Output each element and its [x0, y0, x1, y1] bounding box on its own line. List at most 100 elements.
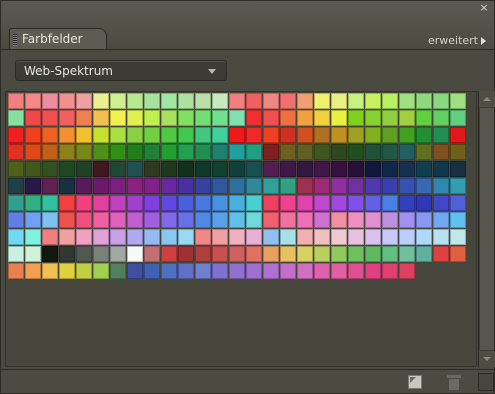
- color-swatch[interactable]: [8, 212, 24, 228]
- color-swatch[interactable]: [348, 144, 364, 160]
- color-swatch[interactable]: [76, 161, 92, 177]
- color-swatch[interactable]: [229, 110, 245, 126]
- color-swatch[interactable]: [195, 212, 211, 228]
- color-swatch[interactable]: [178, 178, 194, 194]
- color-swatch[interactable]: [127, 195, 143, 211]
- color-swatch[interactable]: [365, 263, 381, 279]
- color-swatch[interactable]: [42, 161, 58, 177]
- color-swatch[interactable]: [433, 144, 449, 160]
- color-swatch[interactable]: [195, 161, 211, 177]
- color-swatch[interactable]: [433, 229, 449, 245]
- color-swatch[interactable]: [25, 195, 41, 211]
- color-swatch[interactable]: [246, 229, 262, 245]
- color-swatch[interactable]: [59, 229, 75, 245]
- color-swatch[interactable]: [314, 161, 330, 177]
- color-swatch[interactable]: [127, 127, 143, 143]
- color-swatch[interactable]: [450, 127, 466, 143]
- color-swatch[interactable]: [450, 161, 466, 177]
- color-swatch[interactable]: [416, 246, 432, 262]
- trash-icon[interactable]: [447, 374, 461, 390]
- color-swatch[interactable]: [246, 161, 262, 177]
- color-swatch[interactable]: [365, 212, 381, 228]
- color-swatch[interactable]: [144, 93, 160, 109]
- color-swatch[interactable]: [263, 246, 279, 262]
- color-swatch[interactable]: [8, 246, 24, 262]
- color-swatch[interactable]: [382, 93, 398, 109]
- color-swatch[interactable]: [416, 144, 432, 160]
- color-swatch[interactable]: [178, 246, 194, 262]
- color-swatch[interactable]: [110, 161, 126, 177]
- color-swatch[interactable]: [42, 93, 58, 109]
- color-swatch[interactable]: [433, 110, 449, 126]
- color-swatch[interactable]: [161, 144, 177, 160]
- color-swatch[interactable]: [127, 212, 143, 228]
- color-swatch[interactable]: [8, 161, 24, 177]
- color-swatch[interactable]: [399, 212, 415, 228]
- color-swatch[interactable]: [178, 144, 194, 160]
- color-swatch[interactable]: [433, 246, 449, 262]
- color-swatch[interactable]: [416, 229, 432, 245]
- color-swatch[interactable]: [195, 127, 211, 143]
- color-swatch[interactable]: [382, 127, 398, 143]
- color-swatch[interactable]: [127, 178, 143, 194]
- color-swatch[interactable]: [263, 127, 279, 143]
- color-swatch[interactable]: [161, 263, 177, 279]
- color-swatch[interactable]: [161, 110, 177, 126]
- panel-menu-button[interactable]: erweitert: [428, 34, 486, 47]
- color-swatch[interactable]: [229, 195, 245, 211]
- color-swatch[interactable]: [195, 195, 211, 211]
- color-swatch[interactable]: [212, 195, 228, 211]
- color-swatch[interactable]: [246, 127, 262, 143]
- color-swatch[interactable]: [110, 144, 126, 160]
- color-swatch[interactable]: [8, 263, 24, 279]
- color-swatch[interactable]: [331, 110, 347, 126]
- color-swatch[interactable]: [144, 178, 160, 194]
- color-swatch[interactable]: [178, 127, 194, 143]
- color-swatch[interactable]: [25, 212, 41, 228]
- color-swatch[interactable]: [25, 93, 41, 109]
- new-swatch-icon[interactable]: [408, 375, 422, 389]
- color-swatch[interactable]: [297, 178, 313, 194]
- color-swatch[interactable]: [195, 144, 211, 160]
- color-swatch[interactable]: [348, 110, 364, 126]
- color-swatch[interactable]: [229, 263, 245, 279]
- library-dropdown[interactable]: Web-Spektrum: [15, 60, 227, 81]
- color-swatch[interactable]: [93, 212, 109, 228]
- color-swatch[interactable]: [399, 127, 415, 143]
- color-swatch[interactable]: [144, 144, 160, 160]
- color-swatch[interactable]: [127, 161, 143, 177]
- color-swatch[interactable]: [161, 195, 177, 211]
- color-swatch[interactable]: [76, 212, 92, 228]
- color-swatch[interactable]: [382, 178, 398, 194]
- color-swatch[interactable]: [246, 263, 262, 279]
- color-swatch[interactable]: [297, 195, 313, 211]
- color-swatch[interactable]: [110, 110, 126, 126]
- color-swatch[interactable]: [76, 229, 92, 245]
- color-swatch[interactable]: [280, 263, 296, 279]
- color-swatch[interactable]: [382, 195, 398, 211]
- grip-icon[interactable]: [13, 34, 17, 46]
- color-swatch[interactable]: [399, 93, 415, 109]
- color-swatch[interactable]: [110, 178, 126, 194]
- color-swatch[interactable]: [331, 127, 347, 143]
- color-swatch[interactable]: [331, 212, 347, 228]
- color-swatch[interactable]: [399, 195, 415, 211]
- color-swatch[interactable]: [161, 178, 177, 194]
- color-swatch[interactable]: [331, 93, 347, 109]
- color-swatch[interactable]: [93, 127, 109, 143]
- color-swatch[interactable]: [229, 178, 245, 194]
- color-swatch[interactable]: [433, 161, 449, 177]
- color-swatch[interactable]: [212, 110, 228, 126]
- color-swatch[interactable]: [42, 127, 58, 143]
- color-swatch[interactable]: [450, 144, 466, 160]
- color-swatch[interactable]: [365, 144, 381, 160]
- color-swatch[interactable]: [314, 263, 330, 279]
- color-swatch[interactable]: [297, 246, 313, 262]
- color-swatch[interactable]: [59, 246, 75, 262]
- color-swatch[interactable]: [178, 263, 194, 279]
- color-swatch[interactable]: [229, 246, 245, 262]
- color-swatch[interactable]: [76, 178, 92, 194]
- color-swatch[interactable]: [25, 144, 41, 160]
- color-swatch[interactable]: [246, 178, 262, 194]
- color-swatch[interactable]: [8, 93, 24, 109]
